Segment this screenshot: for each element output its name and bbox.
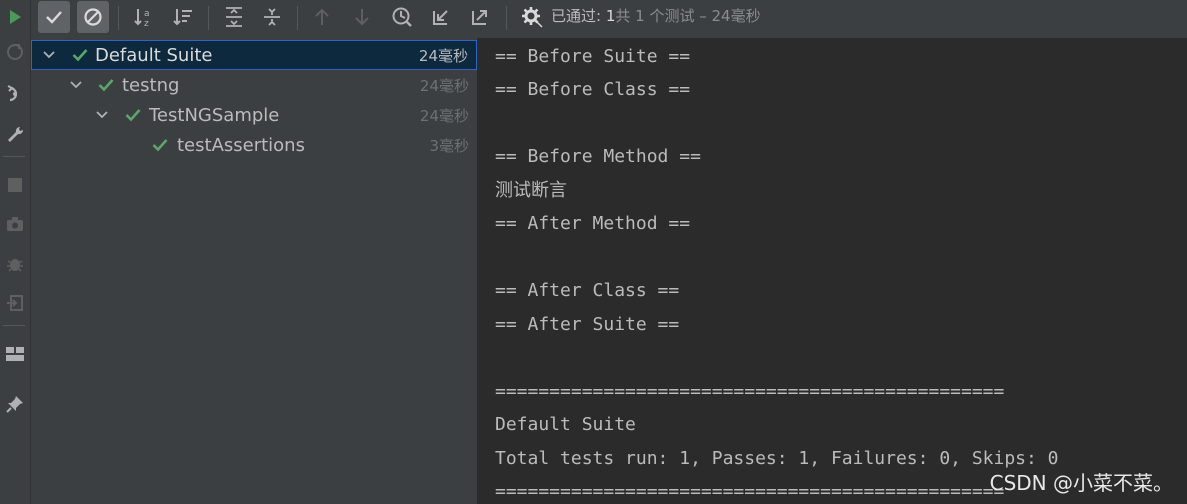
toolbar-separator [297,6,298,30]
console-output[interactable]: == Before Suite == == Before Class == ==… [478,38,1187,504]
test-history-button[interactable] [386,1,418,33]
history-icon [392,7,412,27]
tree-node-label: testAssertions [177,134,305,156]
sort-alpha-icon: az [134,9,150,28]
export-icon [472,10,487,25]
console-line: == Before Suite == [495,46,691,67]
check-icon [97,76,115,94]
test-runner-toolbar: az 已通过: 1共 1 个测试 – 24毫秒 [31,0,1187,38]
rerun-failed-icon[interactable] [0,38,30,66]
status-suffix: 共 1 个测试 – 24毫秒 [615,7,761,25]
console-line: Total tests run: 1, Passes: 1, Failures:… [495,448,1059,469]
wrench-icon[interactable] [0,120,30,148]
camera-icon[interactable] [0,210,30,238]
tree-node-label: testng [122,74,180,96]
sort-by-duration-button[interactable] [167,1,199,33]
show-ignored-button[interactable] [77,1,109,33]
settings-button[interactable] [516,1,548,33]
run-icon[interactable] [0,3,30,31]
watermark: CSDN @小菜不菜。 [989,471,1173,495]
run-tool-sidebar [0,0,31,504]
exit-icon[interactable] [0,289,30,317]
debug-icon[interactable] [0,250,30,278]
console-line: 测试断言 [495,180,567,201]
arrow-up-icon [315,8,329,25]
expand-all-icon [226,7,242,27]
tree-node-time: 24毫秒 [418,46,468,65]
arrow-down-icon [355,9,369,26]
tree-node-default-suite[interactable]: Default Suite 24毫秒 [31,40,477,70]
toggle-auto-test-icon[interactable] [0,80,30,108]
expand-all-button[interactable] [218,1,250,33]
previous-failed-button[interactable] [306,1,338,33]
tree-node-testng[interactable]: testng 24毫秒 [31,70,477,100]
console-line: ========================================… [495,381,1005,402]
status-passed-count: 1 [605,7,616,25]
tree-node-label: TestNGSample [149,104,280,126]
stop-icon[interactable] [0,171,30,199]
toolbar-separator [118,6,119,30]
export-tests-button[interactable] [464,1,496,33]
test-results-tree: Default Suite 24毫秒 testng 24毫秒 TestNGSam… [31,38,478,504]
chevron-down-icon[interactable] [95,108,109,122]
show-passed-button[interactable] [38,1,70,33]
console-line: == Before Method == [495,146,701,167]
import-tests-button[interactable] [425,1,457,33]
chevron-down-icon[interactable] [69,78,83,92]
sort-alphabetically-button[interactable]: az [128,1,160,33]
check-icon [151,136,169,154]
tree-node-testngsample[interactable]: TestNGSample 24毫秒 [31,100,477,130]
check-icon [71,46,89,64]
pin-icon[interactable] [0,390,30,418]
sort-duration-icon [173,9,192,26]
tree-node-testassertions[interactable]: testAssertions 3毫秒 [31,130,477,160]
tree-node-time: 3毫秒 [429,136,469,155]
svg-text:a: a [144,9,150,19]
sidebar-separator [3,156,25,157]
console-line: Default Suite [495,414,636,435]
svg-text:z: z [144,19,149,28]
console-line: == After Method == [495,213,691,234]
ignored-icon [84,8,102,26]
chevron-down-icon[interactable] [42,48,56,62]
console-line: == After Class == [495,280,680,301]
console-line: ========================================… [495,481,1005,502]
test-status-summary: 已通过: 1共 1 个测试 – 24毫秒 [551,0,761,34]
collapse-all-icon [264,8,280,26]
next-failed-button[interactable] [346,1,378,33]
tree-node-label: Default Suite [95,44,213,66]
status-prefix: 已通过: [551,7,606,25]
collapse-all-button[interactable] [256,1,288,33]
layout-icon[interactable] [0,340,30,368]
gear-icon [522,7,543,28]
console-line: == Before Class == [495,79,691,100]
test-runner-window: az 已通过: 1共 1 个测试 – 24毫秒 Default Suite 24… [0,0,1187,504]
check-icon [46,11,62,24]
toolbar-separator [506,6,507,30]
toolbar-separator [208,6,209,30]
sidebar-separator [3,325,25,326]
tree-node-time: 24毫秒 [419,106,469,125]
check-icon [124,106,142,124]
console-line: == After Suite == [495,314,680,335]
tree-node-time: 24毫秒 [419,76,469,95]
import-icon [433,10,448,25]
